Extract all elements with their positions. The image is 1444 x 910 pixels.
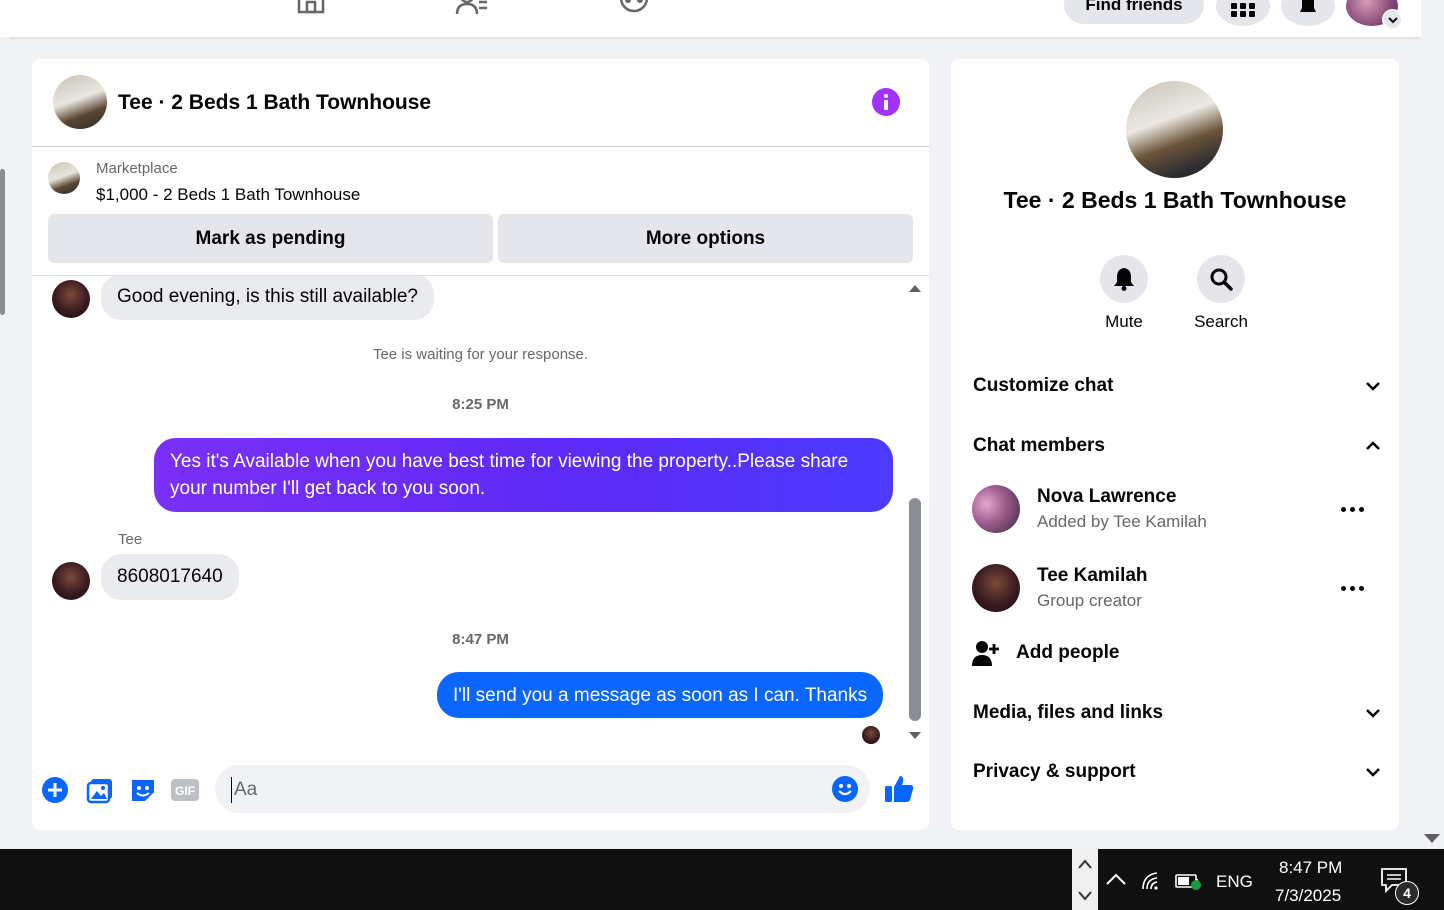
message-input[interactable]: [231, 777, 796, 803]
bell-icon[interactable]: [1100, 255, 1148, 303]
listing-title[interactable]: $1,000 - 2 Beds 1 Bath Townhouse: [96, 185, 360, 205]
thumbs-up-icon[interactable]: [883, 773, 917, 807]
chevron-down-icon: [1366, 768, 1380, 777]
chevron-down-icon: [1366, 709, 1380, 718]
customize-chat-section[interactable]: Customize chat: [973, 371, 1381, 401]
member-subtitle: Added by Tee Kamilah: [1037, 512, 1207, 531]
chat-window: Tee · 2 Beds 1 Bath Townhouse Marketplac…: [32, 59, 929, 830]
member-row[interactable]: Tee Kamilah Group creator: [972, 564, 1382, 618]
search-icon[interactable]: [1197, 255, 1245, 303]
waiting-note: Tee is waiting for your response.: [372, 346, 589, 363]
read-receipt-avatar: [862, 726, 880, 744]
friends-icon[interactable]: [455, 0, 489, 18]
chat-members-section[interactable]: Chat members: [973, 431, 1381, 461]
add-people-button[interactable]: Add people: [972, 638, 1119, 668]
groups-icon[interactable]: [617, 0, 651, 18]
timestamp: 8:25 PM: [452, 396, 509, 413]
top-navigation-bar: Find friends: [0, 0, 1421, 38]
chevron-down-icon: [1366, 382, 1380, 391]
left-scroll-strip: [0, 37, 10, 849]
add-person-icon: [972, 641, 999, 666]
sender-avatar[interactable]: [52, 562, 90, 600]
bell-icon[interactable]: [1281, 0, 1335, 26]
member-name: Tee Kamilah: [1037, 565, 1148, 586]
chevron-up-icon: [1366, 441, 1380, 450]
search-button[interactable]: Search: [1176, 255, 1266, 332]
more-options-button[interactable]: More options: [498, 214, 913, 263]
chevron-up-icon[interactable]: [1104, 869, 1128, 889]
member-subtitle: Group creator: [1037, 591, 1142, 610]
wifi-icon[interactable]: [1141, 869, 1167, 891]
more-options-icon[interactable]: [1336, 499, 1368, 519]
battery-icon[interactable]: [1175, 871, 1203, 891]
chat-header: Tee · 2 Beds 1 Bath Townhouse: [32, 59, 929, 147]
section-title: Media, files and links: [973, 702, 1164, 723]
listing-thumbnail[interactable]: [48, 162, 80, 194]
member-avatar[interactable]: [972, 485, 1020, 533]
plus-icon[interactable]: [40, 775, 70, 805]
page-scrollbar[interactable]: [1421, 0, 1444, 849]
section-title: Privacy & support: [973, 761, 1136, 782]
left-scrollbar-thumb[interactable]: [0, 169, 5, 315]
marketplace-icon[interactable]: [294, 0, 328, 18]
sender-avatar[interactable]: [52, 280, 90, 318]
section-title: Chat members: [973, 435, 1105, 456]
mark-as-pending-button[interactable]: Mark as pending: [48, 214, 493, 263]
chat-details-panel: Tee · 2 Beds 1 Bath Townhouse Mute Searc…: [951, 59, 1399, 830]
taskbar-scroll[interactable]: [1072, 849, 1098, 910]
chat-avatar[interactable]: [53, 75, 107, 129]
notification-count-badge: 4: [1395, 881, 1419, 905]
windows-taskbar: ENG 8:47 PM 7/3/2025 4: [0, 849, 1444, 910]
gif-icon[interactable]: GIF: [170, 775, 200, 805]
more-options-icon[interactable]: [1336, 578, 1368, 598]
group-avatar[interactable]: [1126, 81, 1223, 178]
sticker-icon[interactable]: [128, 775, 158, 805]
info-icon[interactable]: [872, 88, 900, 116]
svg-text:GIF: GIF: [175, 784, 195, 798]
member-name: Nova Lawrence: [1037, 486, 1177, 507]
outgoing-message: Yes it's Available when you have best ti…: [154, 438, 893, 512]
photo-icon[interactable]: [85, 775, 115, 805]
chat-title[interactable]: Tee · 2 Beds 1 Bath Townhouse: [118, 91, 431, 115]
find-friends-button[interactable]: Find friends: [1064, 0, 1204, 24]
section-title: Customize chat: [973, 375, 1114, 396]
grid-menu-icon[interactable]: [1216, 0, 1270, 26]
chevron-down-icon[interactable]: [1382, 9, 1403, 30]
media-files-links-section[interactable]: Media, files and links: [973, 698, 1381, 728]
member-avatar[interactable]: [972, 564, 1020, 612]
message-scrollbar-thumb[interactable]: [909, 498, 921, 721]
clock-time[interactable]: 8:47 PM: [1279, 858, 1342, 878]
language-indicator[interactable]: ENG: [1216, 872, 1253, 892]
sender-name: Tee: [118, 531, 143, 548]
timestamp: 8:47 PM: [452, 631, 509, 648]
emoji-icon[interactable]: [831, 775, 859, 803]
message-list[interactable]: Good evening, is this still available? T…: [32, 276, 929, 752]
mute-button[interactable]: Mute: [1079, 255, 1169, 332]
clock-date[interactable]: 7/3/2025: [1275, 886, 1341, 906]
search-label: Search: [1194, 312, 1248, 331]
group-name: Tee · 2 Beds 1 Bath Townhouse: [1003, 187, 1347, 213]
privacy-support-section[interactable]: Privacy & support: [973, 757, 1381, 787]
incoming-message: 8608017640: [101, 554, 239, 600]
member-row[interactable]: Nova Lawrence Added by Tee Kamilah: [972, 485, 1382, 539]
incoming-message: Good evening, is this still available?: [101, 276, 435, 320]
listing-label: Marketplace: [96, 160, 178, 177]
add-people-label: Add people: [1016, 642, 1120, 663]
outgoing-message: I'll send you a message as soon as I can…: [437, 672, 884, 718]
message-composer[interactable]: [215, 765, 870, 813]
mute-label: Mute: [1105, 312, 1143, 331]
